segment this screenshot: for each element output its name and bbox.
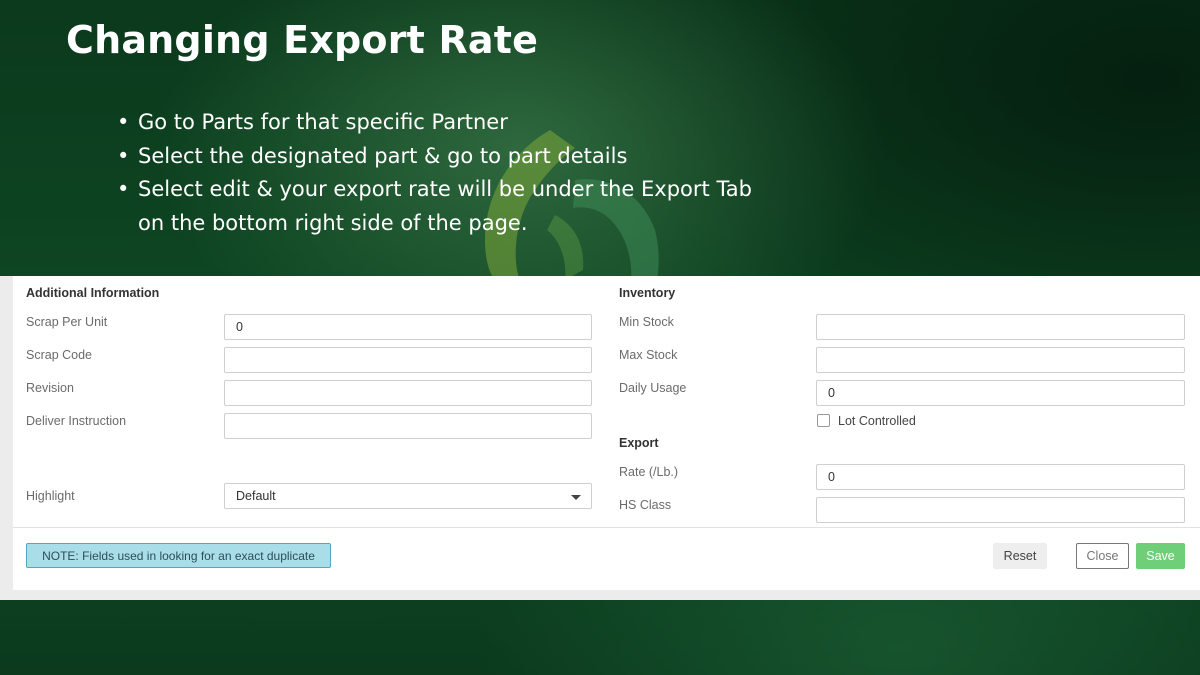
export-heading: Export [619, 436, 659, 450]
reset-button[interactable]: Reset [993, 543, 1047, 569]
scrap-code-label: Scrap Code [26, 348, 93, 362]
bullet-icon: • [117, 110, 130, 134]
daily-usage-label: Daily Usage [619, 381, 687, 395]
instruction-item: • Select the designated part & go to part… [113, 140, 753, 174]
scrap-per-unit-input[interactable] [224, 314, 592, 340]
export-rate-input[interactable] [816, 464, 1185, 490]
hs-class-input[interactable] [816, 497, 1185, 523]
part-form-screenshot: Additional Information Scrap Per Unit Sc… [0, 276, 1200, 600]
instruction-list: • Go to Parts for that specific Partner •… [113, 106, 753, 240]
daily-usage-input[interactable] [816, 380, 1185, 406]
slide-title: Changing Export Rate [66, 18, 539, 62]
highlight-selected-value: Default [236, 489, 276, 503]
bullet-icon: • [117, 177, 130, 201]
inventory-heading: Inventory [619, 286, 676, 300]
export-rate-label: Rate (/Lb.) [619, 465, 679, 479]
duplicate-fields-note: NOTE: Fields used in looking for an exac… [26, 543, 331, 568]
save-button[interactable]: Save [1136, 543, 1185, 569]
close-button[interactable]: Close [1076, 543, 1129, 569]
instruction-text: Select the designated part & go to part … [138, 143, 628, 168]
footer-divider [13, 527, 1200, 528]
scrap-code-input[interactable] [224, 347, 592, 373]
highlight-select[interactable]: Default [224, 483, 592, 509]
instruction-item: • Go to Parts for that specific Partner [113, 106, 753, 140]
highlight-label: Highlight [26, 489, 75, 503]
deliver-instruction-input[interactable] [224, 413, 592, 439]
instruction-item: • Select edit & your export rate will be … [113, 173, 753, 240]
instruction-text: Select edit & your export rate will be u… [138, 177, 752, 235]
max-stock-label: Max Stock [619, 348, 678, 362]
lot-controlled-label: Lot Controlled [838, 414, 916, 428]
bullet-icon: • [117, 143, 130, 168]
max-stock-input[interactable] [816, 347, 1185, 373]
additional-information-heading: Additional Information [26, 286, 160, 300]
hs-class-label: HS Class [619, 498, 672, 512]
caret-down-icon [571, 495, 581, 500]
scrap-per-unit-label: Scrap Per Unit [26, 315, 108, 329]
lot-controlled-checkbox[interactable] [817, 414, 830, 427]
min-stock-label: Min Stock [619, 315, 674, 329]
instruction-text: Go to Parts for that specific Partner [138, 110, 508, 134]
revision-label: Revision [26, 381, 74, 395]
revision-input[interactable] [224, 380, 592, 406]
part-form: Additional Information Scrap Per Unit Sc… [13, 276, 1200, 590]
deliver-instruction-label: Deliver Instruction [26, 414, 127, 428]
min-stock-input[interactable] [816, 314, 1185, 340]
